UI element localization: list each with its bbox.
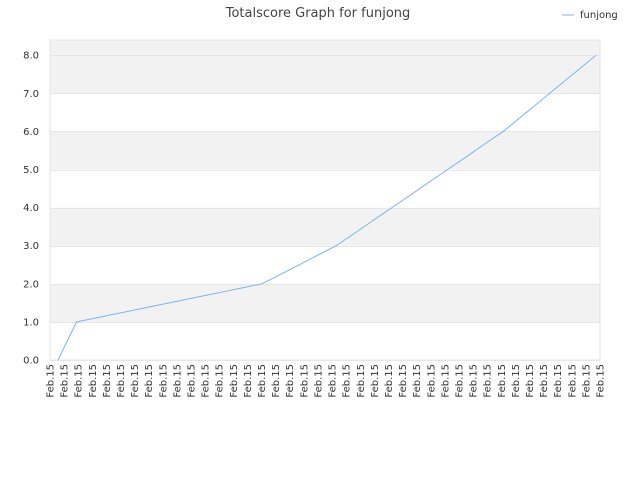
x-tick-label: Feb.15 [60, 364, 71, 398]
plot-band [50, 40, 600, 94]
y-tick-label: 2.0 [23, 279, 39, 290]
x-tick-label: Feb.15 [596, 364, 607, 398]
plot-band [50, 131, 600, 170]
y-tick-label: 1.0 [23, 317, 39, 328]
x-tick-label: Feb.15 [342, 364, 353, 398]
x-tick-label: Feb.15 [356, 364, 367, 398]
x-tick-label: Feb.15 [511, 364, 522, 398]
plot-background [49, 39, 601, 361]
totalscore-chart: Totalscore Graph for funjong funjong 0.0… [23, 6, 618, 398]
x-tick-label: Feb.15 [271, 364, 282, 398]
legend[interactable]: funjong [562, 10, 618, 21]
x-tick-label: Feb.15 [384, 364, 395, 398]
x-tick-label: Feb.15 [243, 364, 254, 398]
x-tick-label: Feb.15 [398, 364, 409, 398]
x-tick-label: Feb.15 [497, 364, 508, 398]
y-tick-label: 4.0 [23, 203, 39, 214]
x-tick-label: Feb.15 [370, 364, 381, 398]
x-tick-label: Feb.15 [299, 364, 310, 398]
plot-band [50, 283, 600, 322]
x-tick-label: Feb.15 [553, 364, 564, 398]
x-tick-label: Feb.15 [158, 364, 169, 398]
x-tick-label: Feb.15 [130, 364, 141, 398]
y-tick-label: 6.0 [23, 127, 39, 138]
x-tick-label: Feb.15 [74, 364, 85, 398]
x-tick-label: Feb.15 [144, 364, 155, 398]
x-tick-label: Feb.15 [172, 364, 183, 398]
x-tick-label: Feb.15 [229, 364, 240, 398]
y-tick-label: 7.0 [23, 89, 39, 100]
y-tick-label: 5.0 [23, 165, 39, 176]
x-tick-label: Feb.15 [581, 364, 592, 398]
legend-series-label: funjong [580, 10, 618, 21]
x-tick-label: Feb.15 [567, 364, 578, 398]
x-tick-label: Feb.15 [257, 364, 268, 398]
x-tick-label: Feb.15 [46, 364, 57, 398]
y-tick-label: 8.0 [23, 51, 39, 62]
chart-title: Totalscore Graph for funjong [225, 6, 411, 21]
x-tick-label: Feb.15 [454, 364, 465, 398]
x-tick-label: Feb.15 [469, 364, 480, 398]
x-tick-label: Feb.15 [328, 364, 339, 398]
x-tick-label: Feb.15 [412, 364, 423, 398]
x-tick-label: Feb.15 [187, 364, 198, 398]
x-tick-label: Feb.15 [285, 364, 296, 398]
x-tick-label: Feb.15 [426, 364, 437, 398]
y-axis-ticks: 0.0 1.0 2.0 3.0 4.0 5.0 6.0 7.0 8.0 [23, 51, 39, 367]
x-tick-label: Feb.15 [440, 364, 451, 398]
x-tick-label: Feb.15 [539, 364, 550, 398]
x-tick-label: Feb.15 [102, 364, 113, 398]
x-tick-label: Feb.15 [483, 364, 494, 398]
x-tick-label: Feb.15 [201, 364, 212, 398]
x-axis-ticks: Feb.15 Feb.15 Feb.15 Feb.15 Feb.15 Feb.15 Feb.… [46, 364, 607, 398]
x-tick-label: Feb.15 [313, 364, 324, 398]
y-tick-label: 0.0 [23, 356, 39, 367]
x-tick-label: Feb.15 [88, 364, 99, 398]
x-tick-label: Feb.15 [525, 364, 536, 398]
y-tick-label: 3.0 [23, 241, 39, 252]
x-tick-label: Feb.15 [116, 364, 127, 398]
plot-band [50, 207, 600, 246]
x-tick-label: Feb.15 [215, 364, 226, 398]
